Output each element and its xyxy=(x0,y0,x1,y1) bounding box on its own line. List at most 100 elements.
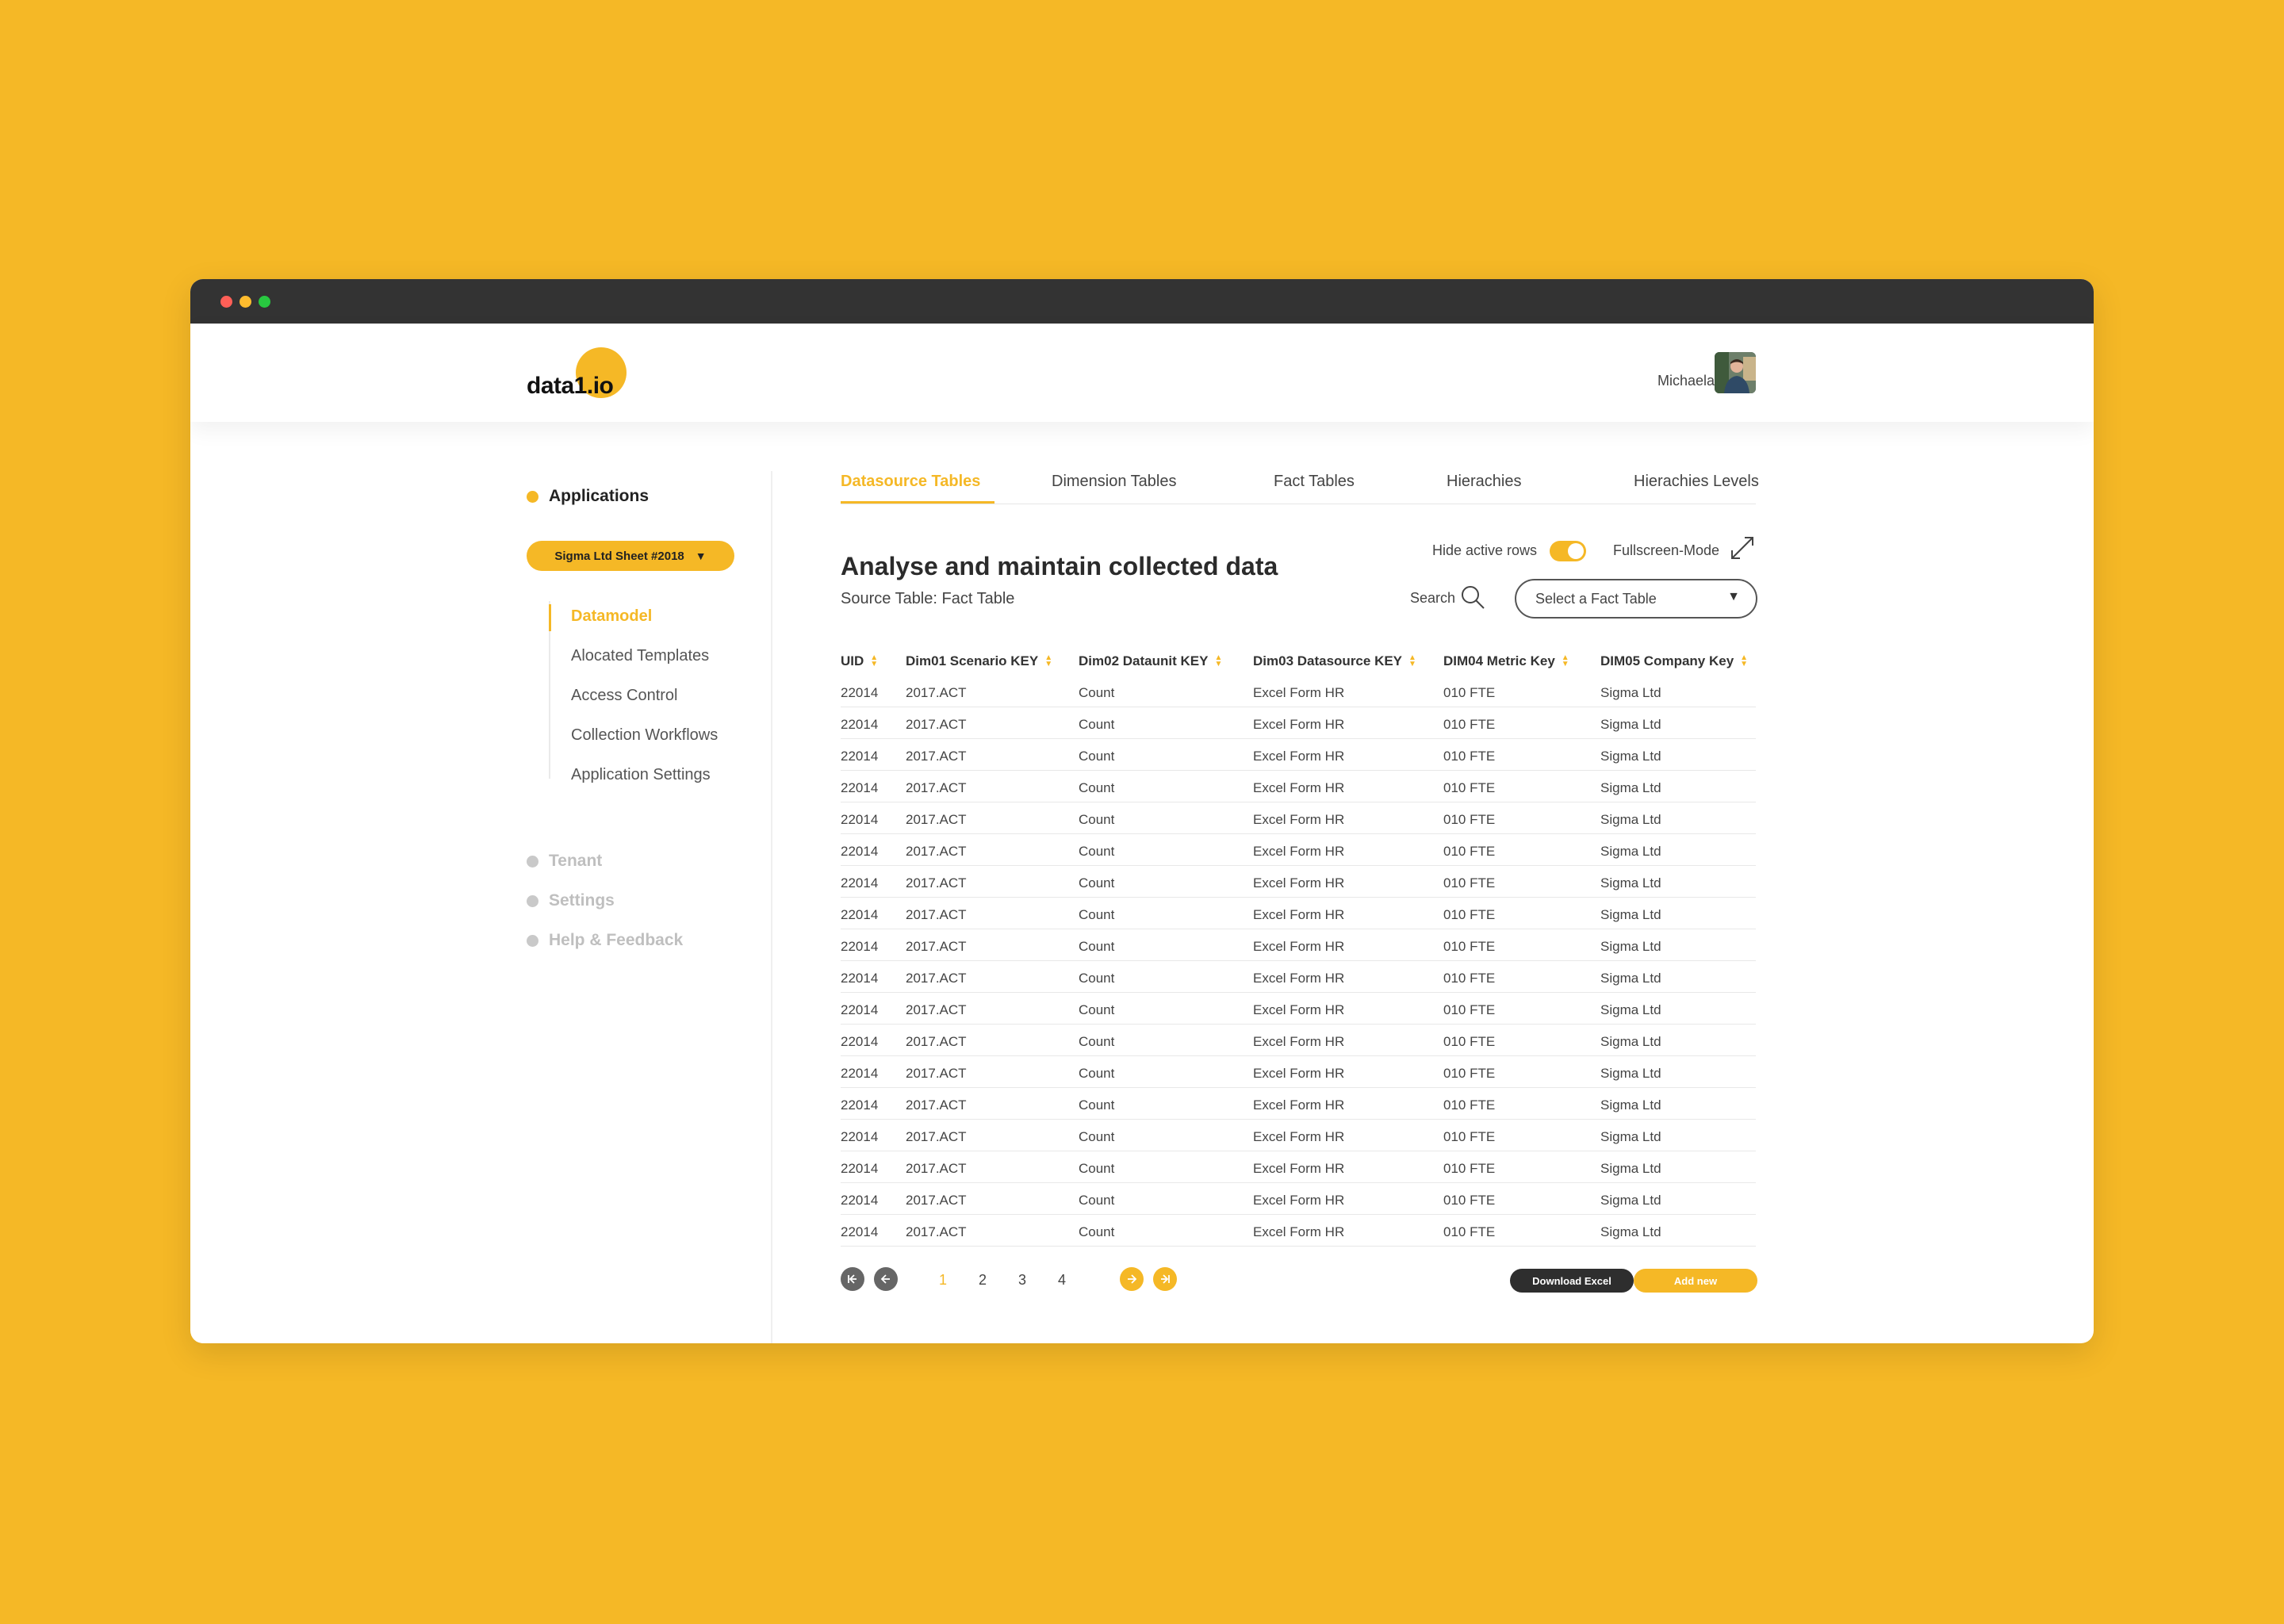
page-3[interactable]: 3 xyxy=(1018,1272,1026,1289)
tab-fact-tables[interactable]: Fact Tables xyxy=(1274,473,1355,491)
table-row[interactable]: 22014 2017.ACT Count Excel Form HR 010 FTE Si… xyxy=(841,834,1756,866)
table-row[interactable]: 22014 2017.ACT Count Excel Form HR 010 FTE Si… xyxy=(841,961,1756,993)
cell-uid: 22014 xyxy=(841,1129,879,1144)
sidebar-item-collection-workflows[interactable]: Collection Workflows xyxy=(571,726,718,745)
table-row[interactable]: 22014 2017.ACT Count Excel Form HR 010 FTE Si… xyxy=(841,771,1756,802)
cell-uid: 22014 xyxy=(841,844,879,859)
cell-uid: 22014 xyxy=(841,907,879,922)
column-header-scenario-key[interactable]: Dim01 Scenario KEY ▲ ▼ xyxy=(906,653,1052,669)
cell-uid: 22014 xyxy=(841,1002,879,1017)
add-new-button[interactable]: Add new xyxy=(1634,1269,1757,1293)
cell-metric-key: 010 FTE xyxy=(1443,1034,1496,1049)
sort-icon[interactable]: ▲ ▼ xyxy=(1740,654,1748,668)
table-header: UID ▲ ▼ Dim01 Scenario KEY ▲ ▼ Dim02 Dataunit … xyxy=(841,644,1756,676)
prev-page-button[interactable] xyxy=(874,1267,898,1291)
sidebar-settings[interactable]: Settings xyxy=(527,891,615,910)
application-selector[interactable]: Sigma Ltd Sheet #2018 ▼ xyxy=(527,541,734,571)
column-header-dataunit-key[interactable]: Dim02 Dataunit KEY ▲ ▼ xyxy=(1079,653,1222,669)
first-page-button[interactable] xyxy=(841,1267,864,1291)
column-header-datasource-key[interactable]: Dim03 Datasource KEY ▲ ▼ xyxy=(1253,653,1416,669)
toggle-knob xyxy=(1568,543,1584,559)
data-table: UID ▲ ▼ Dim01 Scenario KEY ▲ ▼ Dim02 Dataunit … xyxy=(841,644,1756,1247)
table-row[interactable]: 22014 2017.ACT Count Excel Form HR 010 FTE Si… xyxy=(841,1215,1756,1247)
fact-table-select[interactable]: Select a Fact Table ▼ xyxy=(1515,579,1757,619)
cell-scenario-key: 2017.ACT xyxy=(906,749,967,764)
sort-icon[interactable]: ▲ ▼ xyxy=(1408,654,1416,668)
minimize-window-button[interactable] xyxy=(240,296,251,308)
cell-metric-key: 010 FTE xyxy=(1443,939,1496,954)
column-header-metric-key[interactable]: DIM04 Metric Key ▲ ▼ xyxy=(1443,653,1569,669)
close-window-button[interactable] xyxy=(220,296,232,308)
sidebar-item-application-settings[interactable]: Application Settings xyxy=(571,766,711,784)
search-icon[interactable] xyxy=(1459,584,1486,615)
table-row[interactable]: 22014 2017.ACT Count Excel Form HR 010 FTE Si… xyxy=(841,676,1756,707)
page-4[interactable]: 4 xyxy=(1058,1272,1066,1289)
tab-datasource-tables[interactable]: Datasource Tables xyxy=(841,473,980,491)
last-page-button[interactable] xyxy=(1153,1267,1177,1291)
column-header-company-key[interactable]: DIM05 Company Key ▲ ▼ xyxy=(1600,653,1748,669)
cell-metric-key: 010 FTE xyxy=(1443,685,1496,700)
sidebar-item-alocated-templates[interactable]: Alocated Templates xyxy=(571,647,709,665)
cell-datasource-key: Excel Form HR xyxy=(1253,1066,1345,1081)
page-title: Analyse and maintain collected data xyxy=(841,552,1278,580)
sidebar-item-datamodel[interactable]: Datamodel xyxy=(571,607,652,626)
sidebar-help-feedback-label: Help & Feedback xyxy=(549,931,684,949)
table-row[interactable]: 22014 2017.ACT Count Excel Form HR 010 FTE Si… xyxy=(841,1025,1756,1056)
sort-icon[interactable]: ▲ ▼ xyxy=(1562,654,1569,668)
cell-dataunit-key: Count xyxy=(1079,875,1115,891)
active-item-marker xyxy=(549,604,551,631)
sort-icon[interactable]: ▲ ▼ xyxy=(870,654,878,668)
table-row[interactable]: 22014 2017.ACT Count Excel Form HR 010 FTE Si… xyxy=(841,1056,1756,1088)
table-row[interactable]: 22014 2017.ACT Count Excel Form HR 010 FTE Si… xyxy=(841,866,1756,898)
cell-datasource-key: Excel Form HR xyxy=(1253,971,1345,986)
cell-datasource-key: Excel Form HR xyxy=(1253,844,1345,859)
table-row[interactable]: 22014 2017.ACT Count Excel Form HR 010 FTE Si… xyxy=(841,993,1756,1025)
table-row[interactable]: 22014 2017.ACT Count Excel Form HR 010 FTE Si… xyxy=(841,739,1756,771)
cell-company-key: Sigma Ltd xyxy=(1600,780,1661,795)
sidebar-tenant[interactable]: Tenant xyxy=(527,852,602,871)
next-page-button[interactable] xyxy=(1120,1267,1144,1291)
cell-company-key: Sigma Ltd xyxy=(1600,1193,1661,1208)
column-header-uid[interactable]: UID ▲ ▼ xyxy=(841,653,878,669)
cell-datasource-key: Excel Form HR xyxy=(1253,939,1345,954)
table-row[interactable]: 22014 2017.ACT Count Excel Form HR 010 FTE Si… xyxy=(841,802,1756,834)
sidebar-applications[interactable]: Applications xyxy=(527,487,649,506)
cell-datasource-key: Excel Form HR xyxy=(1253,1129,1345,1144)
tab-hierachies-levels[interactable]: Hierachies Levels xyxy=(1634,473,1759,491)
table-row[interactable]: 22014 2017.ACT Count Excel Form HR 010 FTE Si… xyxy=(841,1151,1756,1183)
sort-icon[interactable]: ▲ ▼ xyxy=(1214,654,1222,668)
last-page-icon xyxy=(1161,1274,1170,1284)
table-row[interactable]: 22014 2017.ACT Count Excel Form HR 010 FTE Si… xyxy=(841,707,1756,739)
cell-scenario-key: 2017.ACT xyxy=(906,971,967,986)
page-2[interactable]: 2 xyxy=(979,1272,987,1289)
download-excel-button[interactable]: Download Excel xyxy=(1510,1269,1634,1293)
hide-active-rows-toggle[interactable] xyxy=(1550,541,1586,561)
cell-company-key: Sigma Ltd xyxy=(1600,1129,1661,1144)
avatar[interactable] xyxy=(1715,352,1756,393)
table-row[interactable]: 22014 2017.ACT Count Excel Form HR 010 FTE Si… xyxy=(841,1183,1756,1215)
cell-scenario-key: 2017.ACT xyxy=(906,1224,967,1239)
cell-scenario-key: 2017.ACT xyxy=(906,1193,967,1208)
sidebar-item-access-control[interactable]: Access Control xyxy=(571,687,678,705)
sort-icon[interactable]: ▲ ▼ xyxy=(1044,654,1052,668)
table-row[interactable]: 22014 2017.ACT Count Excel Form HR 010 FTE Si… xyxy=(841,929,1756,961)
table-row[interactable]: 22014 2017.ACT Count Excel Form HR 010 FTE Si… xyxy=(841,1120,1756,1151)
app-window: data1.io Michaela Applications Sigma Ltd… xyxy=(190,279,2094,1343)
tab-hierachies[interactable]: Hierachies xyxy=(1447,473,1521,491)
sidebar-help-feedback[interactable]: Help & Feedback xyxy=(527,931,683,950)
logo[interactable]: data1.io xyxy=(527,347,627,400)
cell-company-key: Sigma Ltd xyxy=(1600,1066,1661,1081)
cell-company-key: Sigma Ltd xyxy=(1600,749,1661,764)
page-1[interactable]: 1 xyxy=(939,1272,947,1289)
table-row[interactable]: 22014 2017.ACT Count Excel Form HR 010 FTE Si… xyxy=(841,898,1756,929)
cell-datasource-key: Excel Form HR xyxy=(1253,685,1345,700)
fullscreen-icon[interactable] xyxy=(1729,534,1756,565)
user-name[interactable]: Michaela xyxy=(1657,373,1715,389)
window-titlebar xyxy=(190,279,2094,324)
tab-dimension-tables[interactable]: Dimension Tables xyxy=(1052,473,1177,491)
maximize-window-button[interactable] xyxy=(259,296,270,308)
cell-dataunit-key: Count xyxy=(1079,844,1115,859)
table-row[interactable]: 22014 2017.ACT Count Excel Form HR 010 FTE Si… xyxy=(841,1088,1756,1120)
cell-dataunit-key: Count xyxy=(1079,685,1115,700)
cell-metric-key: 010 FTE xyxy=(1443,717,1496,732)
